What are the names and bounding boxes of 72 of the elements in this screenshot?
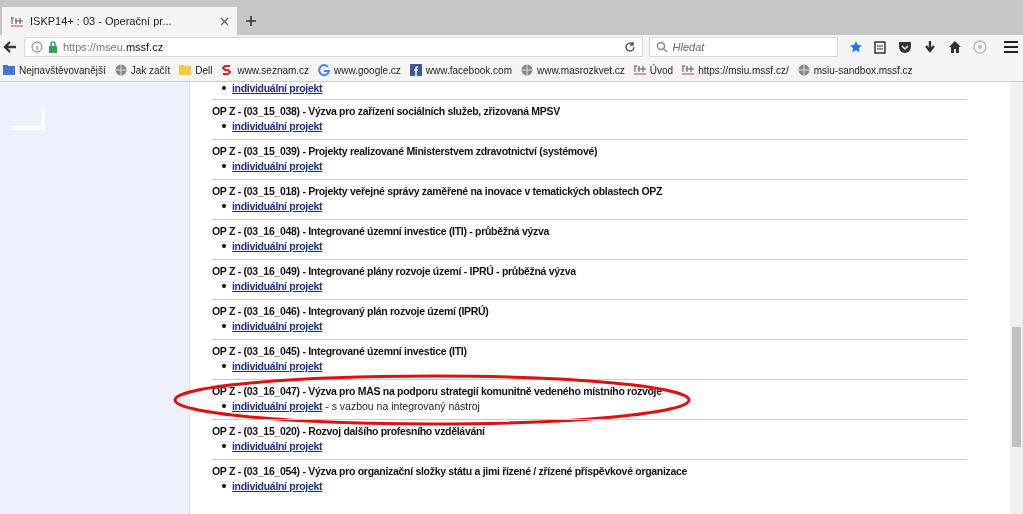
folder-icon [2,63,16,77]
bookmark-link[interactable]: www.seznam.cz [220,63,310,77]
project-link[interactable]: individuální projekt [232,360,323,372]
star-icon[interactable] [848,40,863,54]
bookmark-link[interactable]: Úvod [632,63,674,77]
g-letter-icon [317,63,332,77]
pocket-icon[interactable] [898,40,913,54]
scrollbar[interactable] [1010,82,1023,514]
menu-icon[interactable] [1003,40,1019,54]
bullet-icon [222,244,226,248]
bullet-icon [222,204,226,208]
link-note: - s vazbou na integrovaný nástroj [325,400,480,412]
project-link[interactable]: individuální projekt [232,320,323,332]
lock-icon [47,41,58,53]
project-link[interactable]: individuální projekt [232,160,323,172]
bullet-icon [222,124,226,128]
reload-icon[interactable] [623,41,636,53]
bullet-icon [222,164,226,168]
bookmark-link[interactable]: Nejnavštěvovanější [2,63,106,77]
f-letter-icon [408,63,423,77]
bullet-icon [222,284,226,288]
bookmark-link[interactable]: Dell [178,63,213,77]
call-title: OP Z - (03_15_018) - Projekty veřejné správy zaměřené na inovace v tematických oblastech OPZ [212,185,664,197]
project-link[interactable]: individuální projekt [232,200,323,212]
project-link[interactable]: individuální projekt [232,480,323,492]
bullet-icon [222,86,226,90]
info-icon[interactable] [30,41,43,53]
bookmark-link[interactable]: www.google.cz [317,63,401,77]
download-icon[interactable] [923,40,938,54]
call-title: OP Z - (03_15_039) - Projekty realizované Ministerstvem zdravotnictví (systémové) [212,145,599,157]
url-text: https://mseu.mssf.cz [62,41,164,53]
bullet-icon [222,324,226,328]
project-link[interactable]: individuální projekt [232,440,323,452]
call-title: OP Z - (03_16_049) - Integrované plány rozvoje území - IPRÚ - průběžná výzva [212,265,577,277]
bullet-icon [222,484,226,488]
project-link[interactable]: individuální projekt [232,82,323,94]
search-input[interactable]: Hledat [672,41,823,53]
call-title: OP Z - (03_16_048) - Integrované územní investice (ITI) - průběžná výzva [212,225,551,237]
search-icon [655,41,668,53]
globe-icon [796,63,811,77]
call-title: OP Z - (03_16_046) - Integrovaný plán rozvoje území (IPRÚ) [212,305,490,317]
project-link[interactable]: individuální projekt [232,400,323,412]
scrollbar-thumb[interactable] [1012,327,1021,447]
bullet-icon [222,444,226,448]
search-field[interactable]: Hledat [648,37,838,57]
reading-list-icon[interactable] [873,40,888,54]
call-title: OP Z - (03_15_020) - Rozvoj dalšího profesního vzdělávání [212,425,486,437]
folder-icon [178,63,193,77]
browser-tab[interactable]: ISKP14+ : 03 - Operační pr... [2,7,237,35]
iskp-logo-icon [10,15,24,27]
call-title: OP Z - (03_16_054) - Výzva pro organizační složky státu a jimi řízené / zřízené příspěvkové organizace [212,465,689,477]
call-title: OP Z - (03_16_045) - Integrované územní investice (ITI) [212,345,468,357]
bookmark-link[interactable]: www.masrozkvet.cz [519,63,625,77]
iskp-logo-icon [632,63,647,77]
bullet-icon [222,364,226,368]
address-bar[interactable]: https://mseu.mssf.cz [23,37,643,57]
home-icon[interactable] [948,40,963,54]
bookmark-link[interactable]: Jak začít [113,63,171,77]
back-arrow-icon[interactable] [2,39,18,55]
globe-icon [113,63,128,77]
call-title: OP Z - (03_15_038) - Výzva pro zařízení sociálních služeb, zřizovaná MPSV [212,105,561,117]
globe-icon [519,63,534,77]
new-tab-icon[interactable] [245,14,257,27]
project-link[interactable]: individuální projekt [232,120,323,132]
bookmark-link[interactable]: https://msiu.mssf.cz/ [681,63,789,77]
iskp-logo-icon [681,63,696,77]
project-link[interactable]: individuální projekt [232,280,323,292]
bookmark-link[interactable]: msiu-sandbox.mssf.cz [796,63,913,77]
bookmark-link[interactable]: www.facebook.com [408,63,512,77]
project-link[interactable]: individuální projekt [232,240,323,252]
close-icon[interactable] [220,16,229,26]
bullet-icon [222,404,226,408]
